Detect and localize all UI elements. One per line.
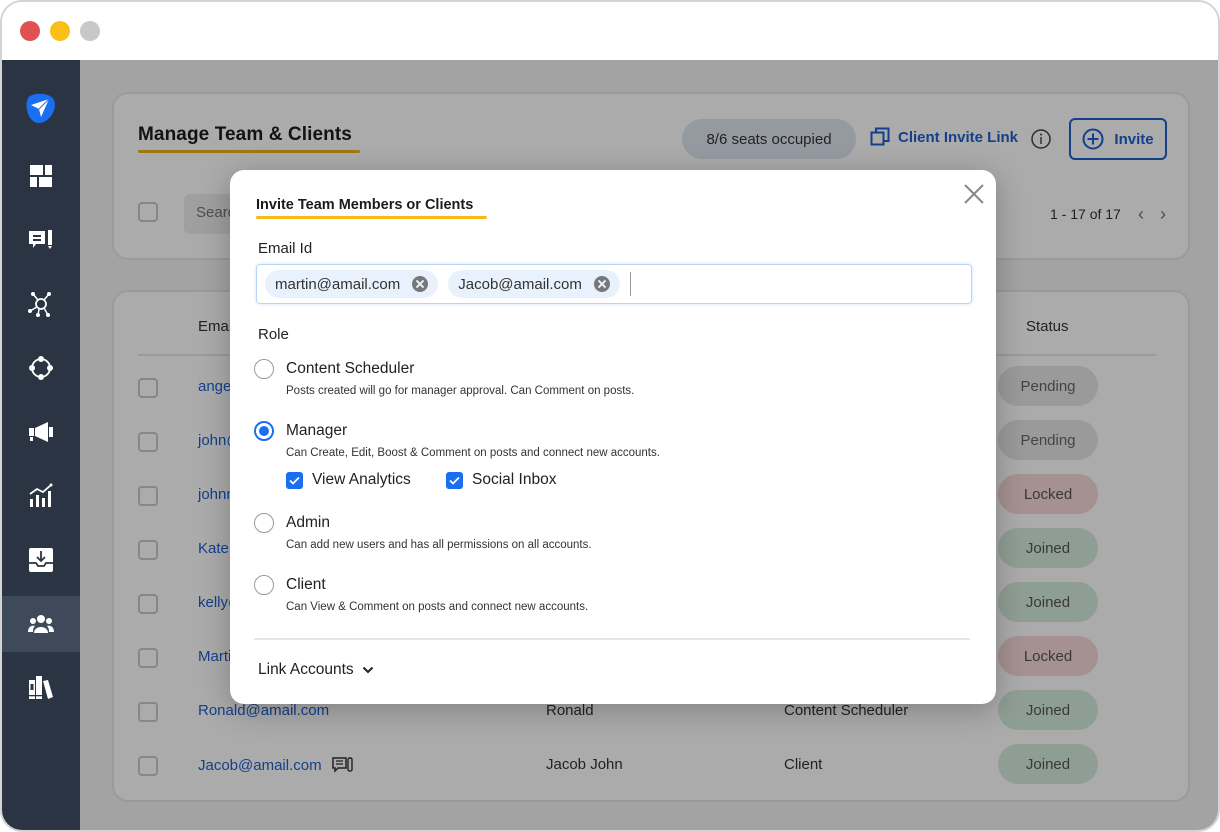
sidebar-item-dashboard[interactable]: [2, 148, 80, 204]
role-description: Can View & Comment on posts and connect …: [286, 601, 589, 613]
sidebar-item-library[interactable]: [2, 660, 80, 716]
chevron-down-icon: [362, 666, 373, 674]
email-chip-text: Jacob@amail.com: [458, 275, 582, 293]
remove-chip-icon[interactable]: [412, 276, 429, 292]
close-icon[interactable]: [962, 182, 986, 206]
link-accounts-toggle[interactable]: Link Accounts: [258, 661, 374, 679]
circle-nodes-icon: [29, 356, 53, 380]
permission-social-inbox[interactable]: Social Inbox: [446, 471, 556, 489]
remove-chip-icon[interactable]: [593, 276, 610, 292]
post-compose-icon: [29, 230, 52, 249]
radio-button[interactable]: [254, 513, 274, 533]
paper-plane-logo[interactable]: [22, 90, 58, 126]
checkbox-checked[interactable]: [446, 471, 463, 489]
link-accounts-label: Link Accounts: [258, 661, 354, 678]
radio-button[interactable]: [254, 575, 274, 595]
window-minimize-button[interactable]: [50, 21, 70, 41]
invite-modal: Invite Team Members or Clients Email Id …: [230, 170, 996, 704]
checkmark-icon: [289, 476, 300, 485]
sidebar-item-inbox[interactable]: [2, 532, 80, 588]
role-label-text: Admin: [286, 514, 330, 531]
role-label: Role: [258, 326, 289, 343]
sidebar-item-team[interactable]: [2, 596, 80, 652]
email-chip-text: martin@amail.com: [275, 275, 401, 293]
role-label-text: Client: [286, 576, 326, 593]
text-cursor: [629, 272, 632, 296]
permission-label: View Analytics: [312, 471, 411, 488]
modal-title-underline: [256, 216, 487, 219]
role-label-text: Content Scheduler: [286, 360, 415, 377]
window-zoom-button[interactable]: [80, 21, 100, 41]
dashboard-grid-icon: [30, 165, 52, 187]
modal-title: Invite Team Members or Clients: [256, 197, 474, 213]
megaphone-icon: [29, 422, 53, 442]
email-chip: martin@amail.com: [265, 270, 439, 298]
permission-label: Social Inbox: [472, 471, 557, 488]
email-chip: Jacob@amail.com: [448, 270, 620, 298]
sidebar-item-analytics[interactable]: [2, 468, 80, 524]
radio-button-selected[interactable]: [254, 421, 274, 441]
sidebar-item-connections[interactable]: [2, 340, 80, 396]
role-option-admin[interactable]: Admin: [254, 513, 330, 533]
app-window: Manage Team & Clients 8/6 seats occupied…: [0, 0, 1220, 832]
modal-divider: [254, 638, 970, 640]
role-description: Can add new users and has all permission…: [286, 539, 592, 551]
role-description: Posts created will go for manager approv…: [286, 385, 635, 397]
email-field[interactable]: martin@amail.com Jacob@amail.com: [256, 264, 972, 304]
team-users-icon: [28, 615, 54, 633]
sidebar: [2, 60, 80, 830]
role-option-manager[interactable]: Manager: [254, 421, 347, 441]
radio-button[interactable]: [254, 359, 274, 379]
inbox-download-icon: [29, 548, 53, 572]
network-hub-icon: [28, 292, 51, 317]
role-description: Can Create, Edit, Boost & Comment on pos…: [286, 447, 660, 459]
window-close-button[interactable]: [20, 21, 40, 41]
sidebar-item-compose[interactable]: [2, 212, 80, 268]
role-option-content-scheduler[interactable]: Content Scheduler: [254, 359, 414, 379]
sidebar-item-network[interactable]: [2, 276, 80, 332]
role-label-text: Manager: [286, 422, 348, 439]
role-option-client[interactable]: Client: [254, 575, 326, 595]
library-books-icon: [29, 676, 53, 699]
email-label: Email Id: [258, 240, 313, 257]
title-bar: [2, 2, 1218, 60]
checkbox-checked[interactable]: [286, 471, 303, 489]
checkmark-icon: [449, 476, 460, 485]
sidebar-item-campaigns[interactable]: [2, 404, 80, 460]
analytics-chart-icon: [29, 483, 53, 507]
permission-view-analytics[interactable]: View Analytics: [286, 471, 411, 489]
